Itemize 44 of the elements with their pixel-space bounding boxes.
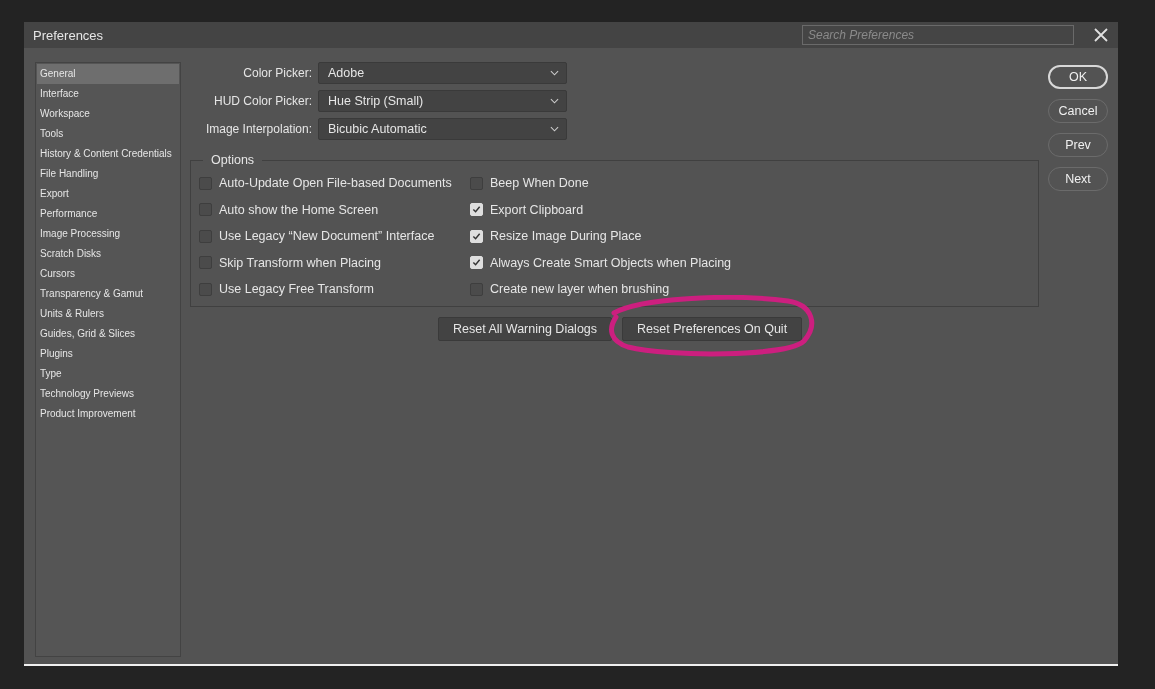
option-label: Export Clipboard (490, 202, 584, 217)
sidebar-item[interactable]: Interface (37, 84, 179, 104)
sidebar-item[interactable]: Tools (37, 124, 179, 144)
sidebar-item[interactable]: History & Content Credentials (37, 144, 179, 164)
option-label: Create new layer when brushing (490, 282, 670, 297)
option-label: Auto show the Home Screen (219, 202, 379, 217)
chevron-icon (550, 98, 559, 104)
reset-button[interactable]: Reset Preferences On Quit (622, 317, 803, 341)
option-label: Resize Image During Place (490, 229, 642, 244)
field-label: HUD Color Picker: (213, 94, 313, 108)
window-title: Preferences (33, 27, 105, 43)
option-label: Always Create Smart Objects when Placing (490, 255, 732, 270)
option-label: Use Legacy “New Document” Interface (219, 229, 435, 244)
dropdown[interactable]: Hue Strip (Small) (318, 90, 567, 112)
search-field[interactable]: Search Preferences (802, 25, 1074, 45)
dropdown[interactable]: Adobe (318, 62, 567, 84)
group-title: Options (203, 153, 263, 167)
sidebar-item[interactable]: Plugins (37, 344, 179, 364)
sidebar-item[interactable]: Technology Previews (37, 384, 179, 404)
sidebar-item[interactable]: Product Improvement (37, 404, 179, 424)
field-label: Color Picker: (242, 66, 313, 80)
sidebar-item[interactable]: Cursors (37, 264, 179, 284)
dialog-button[interactable]: OK (1048, 65, 1108, 89)
option-label: Skip Transform when Placing (219, 255, 381, 270)
sidebar-item[interactable]: Guides, Grid & Slices (37, 324, 179, 344)
option-label: Use Legacy Free Transform (219, 282, 374, 297)
sidebar-item[interactable]: Performance (37, 204, 179, 224)
sidebar-item[interactable]: Transparency & Gamut (37, 284, 179, 304)
sidebar-item[interactable]: Image Processing (37, 224, 179, 244)
sidebar-item[interactable]: Scratch Disks (37, 244, 179, 264)
option-label: Beep When Done (490, 176, 589, 191)
field-label: Image Interpolation: (204, 122, 313, 136)
chevron-icon (550, 70, 559, 76)
chevron-icon (550, 126, 559, 132)
sidebar-item[interactable]: General (37, 64, 179, 84)
reset-button[interactable]: Reset All Warning Dialogs (438, 317, 613, 341)
sidebar-item[interactable]: File Handling (37, 164, 179, 184)
option-label: Auto-Update Open File-based Documents (219, 176, 452, 191)
sidebar-item[interactable]: Type (37, 364, 179, 384)
dropdown[interactable]: Bicubic Automatic (318, 118, 567, 140)
sidebar-item[interactable]: Units & Rulers (37, 304, 179, 324)
sidebar-item[interactable]: Workspace (37, 104, 179, 124)
sidebar-item[interactable]: Export (37, 184, 179, 204)
close-icon[interactable] (1094, 28, 1108, 42)
